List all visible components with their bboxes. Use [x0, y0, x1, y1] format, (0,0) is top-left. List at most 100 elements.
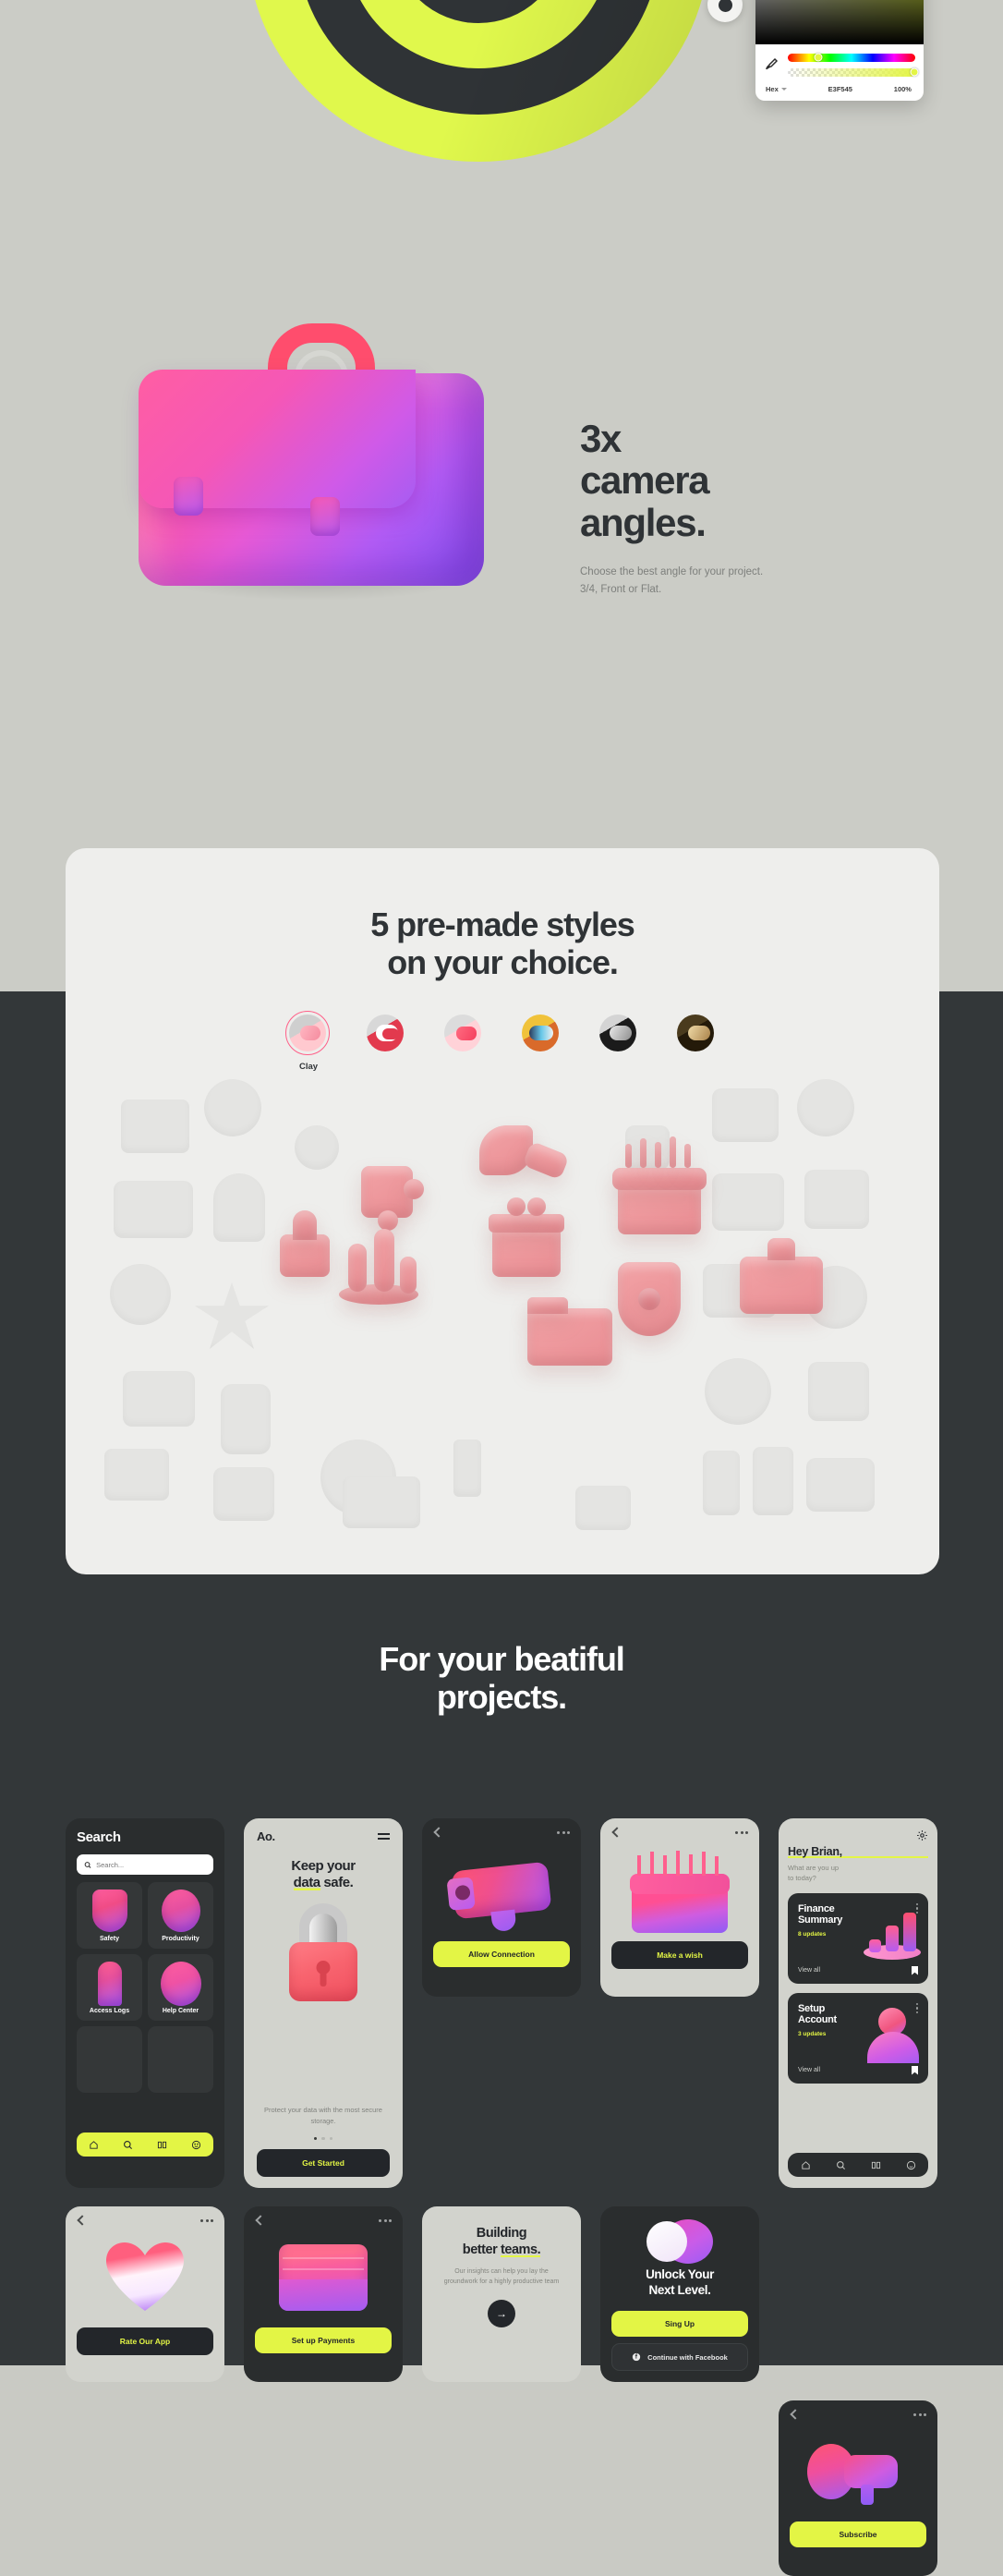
hex-value[interactable]: E3F545 [828, 85, 852, 93]
color-swatch-icon [522, 1015, 559, 1052]
hero-section: Hex E3F545 100% 3x camera angles. Choose… [0, 0, 1003, 991]
gold-swatch-icon [677, 1015, 714, 1052]
dashboard-card-finance[interactable]: Finance Summary 8 updates View all [788, 1892, 928, 1984]
bottom-nav-bar[interactable] [77, 2132, 213, 2157]
category-tile-grid: Safety Productivity Access Logs Help Cen… [77, 1882, 213, 2093]
dashboard-card-setup-account[interactable]: Setup Account 3 updates View all [788, 1992, 928, 2084]
style-swatch-mono[interactable] [599, 1015, 638, 1072]
hex-format-select[interactable]: Hex [766, 85, 787, 93]
mono-swatch-icon [599, 1015, 636, 1052]
ao-logo[interactable]: Ao. [257, 1829, 275, 1843]
more-horizontal-icon[interactable] [735, 1830, 748, 1834]
tile-extra-2[interactable] [148, 2026, 213, 2093]
styles-section: 5 pre-made styles on your choice. Clay [66, 848, 939, 1574]
set-up-payments-button[interactable]: Set up Payments [255, 2327, 392, 2353]
onboarding-pager[interactable] [257, 2136, 390, 2140]
search-field-wrapper[interactable] [77, 1854, 213, 1875]
style-swatch-label: Clay [298, 1062, 319, 1073]
search-icon[interactable] [836, 2160, 846, 2170]
mockup-wallet-screen[interactable]: Set up Payments [244, 2206, 403, 2382]
search-input[interactable] [96, 1860, 206, 1869]
shield-3d-icon [91, 1889, 127, 1932]
color-gradient-area[interactable] [755, 0, 924, 44]
hero-subtitle: Choose the best angle for your project. … [580, 564, 857, 599]
home-icon[interactable] [89, 2140, 99, 2150]
briefcase-clay-icon [740, 1257, 823, 1314]
mockup-megaphone-screen[interactable]: Subscribe [779, 2400, 937, 2576]
chevron-left-icon[interactable] [433, 1827, 444, 1838]
arrow-right-icon[interactable]: → [488, 2299, 515, 2327]
hue-slider[interactable] [788, 53, 915, 62]
teams-heading-line-1: Building [476, 2226, 527, 2241]
style-swatch-row: Clay [66, 1011, 939, 1073]
bookmark-icon[interactable] [912, 1965, 918, 1975]
tile-productivity[interactable]: Productivity [148, 1882, 213, 1949]
more-horizontal-icon[interactable] [557, 1830, 570, 1834]
target-rings-graphic [248, 0, 709, 166]
ao-subtitle: Protect your data with the most secure s… [264, 2106, 382, 2125]
padlock-clay-icon [280, 1234, 330, 1277]
more-horizontal-icon[interactable] [200, 2218, 213, 2222]
mockup-unlock-screen[interactable]: Unlock Your Next Level. Sing Up Continue… [600, 2206, 759, 2382]
smiley-icon[interactable] [191, 2140, 201, 2150]
eyedropper-icon[interactable] [764, 52, 780, 78]
style-swatch-soft-pink[interactable] [444, 1015, 483, 1072]
book-icon[interactable] [871, 2160, 881, 2170]
style-swatch-clay[interactable]: Clay [285, 1011, 330, 1073]
style-swatch-red-clay[interactable] [367, 1015, 405, 1072]
mockup-cake-screen[interactable]: Make a wish [600, 1818, 759, 1997]
chevron-left-icon[interactable] [790, 2409, 801, 2420]
make-a-wish-button[interactable]: Make a wish [611, 1941, 748, 1969]
search-icon[interactable] [123, 2140, 133, 2150]
mockup-heart-screen[interactable]: Rate Our App [66, 2206, 224, 2382]
color-picker-panel[interactable]: Hex E3F545 100% [755, 0, 924, 101]
heart-3d-icon [66, 2228, 224, 2327]
mockup-camera-screen[interactable]: Allow Connection [422, 1818, 581, 1997]
rate-our-app-button[interactable]: Rate Our App [77, 2327, 213, 2355]
hamburger-icon[interactable] [378, 1833, 390, 1840]
continue-with-facebook-button[interactable]: Continue with Facebook [611, 2343, 748, 2371]
style-chip[interactable] [707, 0, 743, 22]
chevron-left-icon[interactable] [255, 2215, 266, 2226]
home-icon[interactable] [801, 2160, 811, 2170]
mockups-grid: Search Safety Productivity Access Logs H… [66, 1818, 939, 2576]
subscribe-button[interactable]: Subscribe [790, 2521, 926, 2547]
hero-subtitle-line-2: 3/4, Front or Flat. [580, 584, 662, 596]
mockup-dashboard-screen[interactable]: Hey Brian, What are you up to today? Fin… [779, 1818, 937, 2188]
tile-safety[interactable]: Safety [77, 1882, 142, 1949]
mockup-ao-onboarding[interactable]: Ao. Keep your data safe. Protect your da… [244, 1818, 403, 2188]
mockup-teams-screen[interactable]: Building better teams. Our insights can … [422, 2206, 581, 2382]
view-all-link[interactable]: View all [798, 2067, 820, 2073]
style-swatch-color[interactable] [522, 1015, 561, 1072]
hero-heading-line-2: camera [580, 458, 710, 503]
tile-extra-1[interactable] [77, 2026, 142, 2093]
get-started-button[interactable]: Get Started [257, 2149, 390, 2177]
more-horizontal-icon[interactable] [379, 2218, 392, 2222]
book-icon[interactable] [157, 2140, 167, 2150]
teams-subtitle: Our insights can help you lay the ground… [443, 2268, 560, 2286]
bookmark-icon[interactable] [912, 2065, 918, 2075]
tile-help-center[interactable]: Help Center [148, 1954, 213, 2021]
smiley-icon[interactable] [906, 2160, 916, 2170]
chevron-left-icon[interactable] [77, 2215, 88, 2226]
sign-up-button[interactable]: Sing Up [611, 2311, 748, 2337]
dashboard-bottom-nav[interactable] [788, 2153, 928, 2177]
gear-icon[interactable] [916, 1829, 928, 1841]
tile-label: Productivity [162, 1936, 199, 1942]
unlock-heading: Unlock Your Next Level. [611, 2267, 748, 2299]
tile-access-logs[interactable]: Access Logs [77, 1954, 142, 2021]
hero-subtitle-line-1: Choose the best angle for your project. [580, 566, 764, 578]
more-horizontal-icon[interactable] [913, 2412, 926, 2416]
hero-heading-line-3: angles. [580, 500, 707, 544]
dashboard-card-title: Setup Account [798, 2003, 870, 2027]
opacity-value[interactable]: 100% [894, 85, 912, 93]
mockup-search-screen[interactable]: Search Safety Productivity Access Logs H… [66, 1818, 224, 2188]
style-swatch-gold[interactable] [677, 1015, 716, 1072]
clay-swatch-icon [285, 1011, 330, 1056]
view-all-link[interactable]: View all [798, 1967, 820, 1974]
alpha-slider[interactable] [788, 67, 919, 77]
allow-connection-button[interactable]: Allow Connection [433, 1941, 570, 1967]
chevron-left-icon[interactable] [611, 1827, 622, 1838]
dashboard-question-line-1: What are you up [788, 1864, 840, 1872]
red-clay-swatch-icon [367, 1015, 404, 1052]
